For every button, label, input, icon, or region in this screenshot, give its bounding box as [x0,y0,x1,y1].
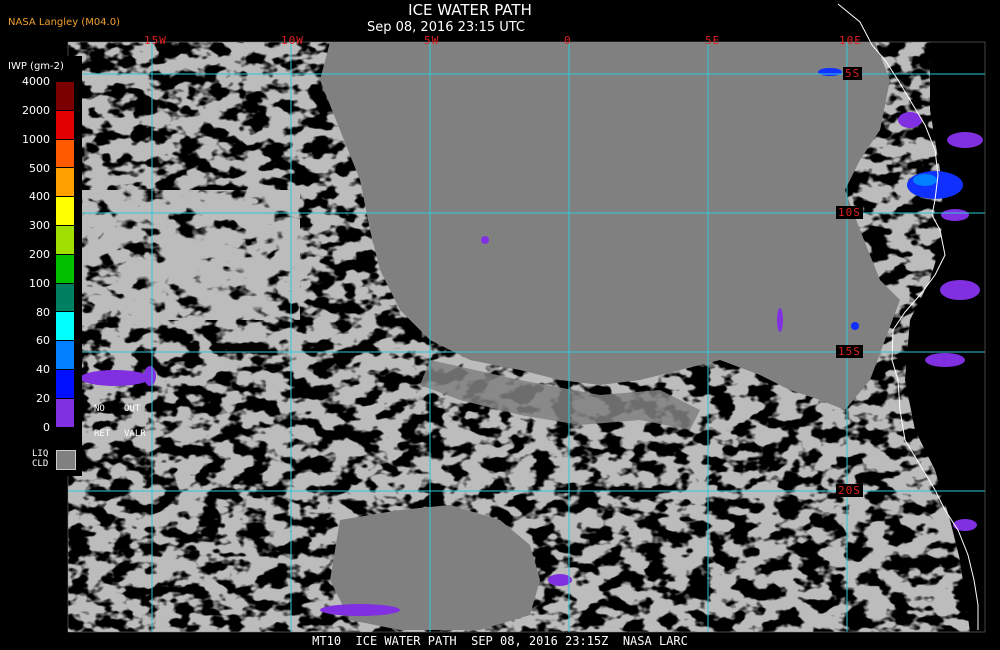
legend-swatch [56,109,74,139]
legend-tick: 200 [29,248,50,261]
legend-note-out: OUT [124,404,141,414]
legend-swatch [56,311,74,341]
legend-tick: 60 [36,334,50,347]
source-label: NASA Langley (M04.0) [8,17,120,28]
legend-swatch [56,282,74,312]
map-timestamp: Sep 08, 2016 23:15 UTC [366,20,526,35]
liquid-cloud-swatch [56,450,76,470]
legend-tick: 500 [29,162,50,175]
lat-label-15s: 15S [836,345,863,358]
legend-tick: 2000 [22,104,50,117]
legend-title: IWP (gm-2) [8,61,64,72]
legend-swatch [56,138,74,168]
legend-tick: 1000 [22,133,50,146]
liq-label: LIQ [32,449,49,459]
legend-tick: 0 [43,421,50,434]
map-image [67,3,986,633]
map-title: ICE WATER PATH [408,1,532,19]
legend-swatch [56,397,74,427]
legend-note-no: NO [94,404,105,414]
cld-label: CLD [32,459,49,469]
legend-swatch [56,81,74,110]
legend-colorbar [56,81,74,427]
legend-tick: 80 [36,306,50,319]
lon-label-15w: 15W [144,34,167,47]
legend-swatch [56,224,74,254]
lon-label-10w: 10W [281,34,304,47]
lon-label-10e: 10E [839,34,862,47]
legend-tick: 400 [29,190,50,203]
lon-label-5w: 5W [424,34,440,47]
legend-note-ret: RET [94,429,111,439]
lat-label-20s: 20S [836,484,863,497]
legend-tick: 300 [29,219,50,232]
legend-swatch [56,253,74,283]
lat-label-10s: 10S [836,206,863,219]
legend-tick: 4000 [22,75,50,88]
legend-swatch [56,167,74,197]
legend-swatch [56,196,74,225]
legend-note-valr: VALR [124,429,146,439]
legend-tick: 20 [36,392,50,405]
footer-caption: MT10 ICE WATER PATH SEP 08, 2016 23:15Z … [312,634,688,648]
legend-tick: 100 [29,277,50,290]
lon-label-0: 0 [564,34,572,47]
legend-swatch [56,340,74,369]
legend-tick: 40 [36,363,50,376]
lon-label-5e: 5E [705,34,721,47]
lat-label-5s: 5S [843,67,863,80]
legend-swatch [56,368,74,398]
